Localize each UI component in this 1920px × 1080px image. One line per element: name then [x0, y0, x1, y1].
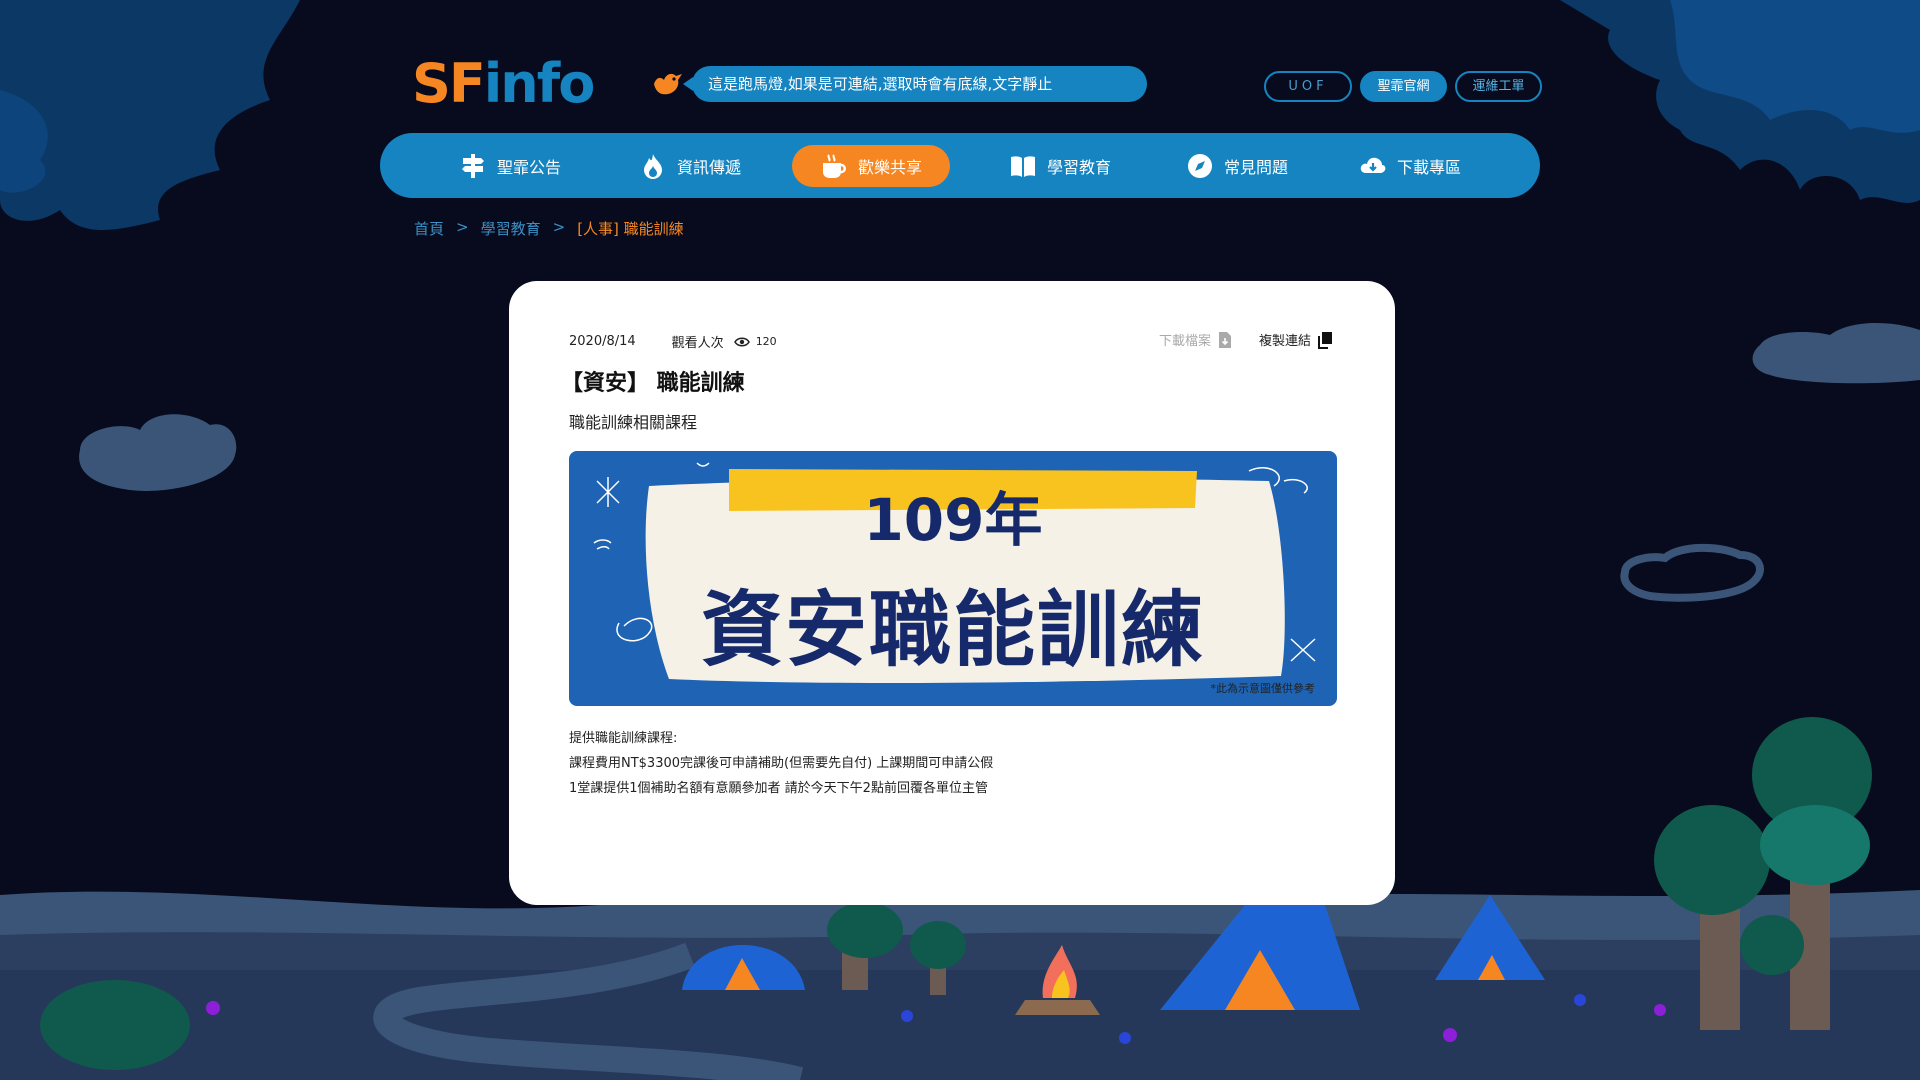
body-line: 1堂課提供1個補助名額有意願參加者 請於今天下午2點前回覆各單位主管 — [569, 781, 988, 796]
nav-label: 聖霏公告 — [496, 158, 561, 177]
sfinfo-logo[interactable]: SFinfo — [412, 50, 602, 112]
book-icon — [1010, 156, 1035, 177]
breadcrumb-learning[interactable]: 學習教育 — [481, 218, 541, 239]
ops-ticket-button[interactable]: 運維工單 — [1455, 71, 1542, 102]
nav-item-learning[interactable]: 學習教育 — [995, 145, 1125, 187]
nav-item-downloads[interactable]: 下載專區 — [1345, 145, 1475, 187]
uof-link-button[interactable]: UOF — [1264, 71, 1352, 102]
main-nav: 聖霏公告 資訊傳遞 歡樂共享 學習教育 常見問題 下載專區 — [380, 133, 1540, 198]
copy-label: 複製連結 — [1258, 334, 1311, 349]
cloud-download-icon — [1360, 157, 1386, 173]
breadcrumb: 首頁 > 學習教育 > [人事] 職能訓練 — [414, 218, 684, 239]
nav-label: 資訊傳遞 — [676, 158, 741, 177]
nav-label: 歡樂共享 — [857, 158, 922, 177]
article-meta: 2020/8/14 觀看人次 120 — [569, 332, 777, 351]
svg-text:SFinfo: SFinfo — [412, 52, 593, 112]
eye-icon — [733, 337, 750, 346]
breadcrumb-home[interactable]: 首頁 — [414, 218, 444, 239]
body-line: 課程費用NT$3300完課後可申請補助(但需要先自付) 上課期間可申請公假 — [569, 756, 994, 771]
copy-icon — [1318, 331, 1332, 349]
top-links: UOF 聖霏官網 運維工單 — [1264, 71, 1542, 102]
download-label: 下載檔案 — [1158, 334, 1211, 349]
breadcrumb-separator: > — [456, 218, 469, 236]
marquee-text[interactable]: 這是跑馬燈,如果是可連結,選取時會有底線,文字靜止 — [683, 66, 1147, 102]
nav-label: 常見問題 — [1223, 158, 1288, 177]
article-banner-image: 109年 資安職能訓練 *此為示意圖僅供參考 — [569, 451, 1337, 706]
nav-label: 下載專區 — [1396, 158, 1461, 177]
coffee-icon — [822, 154, 846, 178]
banner-main-text: 資安職能訓練 — [700, 583, 1205, 678]
signpost-icon — [461, 154, 484, 178]
article-title: 【資安】 職能訓練 — [561, 371, 745, 396]
banner-year-text: 109年 — [863, 486, 1043, 554]
banner-note: *此為示意圖僅供參考 — [1210, 682, 1316, 695]
download-file-button[interactable]: 下載檔案 — [1159, 330, 1233, 349]
breadcrumb-separator: > — [552, 218, 566, 236]
views-count: 120 — [755, 335, 777, 348]
copy-link-button[interactable]: 複製連結 — [1259, 330, 1333, 349]
nav-item-info[interactable]: 資訊傳遞 — [625, 145, 755, 187]
marquee-banner: 這是跑馬燈,如果是可連結,選取時會有底線,文字靜止 — [650, 66, 1147, 102]
nav-item-sharing[interactable]: 歡樂共享 — [792, 145, 950, 187]
article-subtitle: 職能訓練相關課程 — [569, 413, 698, 432]
nav-item-faq[interactable]: 常見問題 — [1172, 145, 1302, 187]
article-actions: 下載檔案 複製連結 — [1159, 330, 1333, 349]
views-label: 觀看人次 — [671, 336, 724, 351]
official-site-button[interactable]: 聖霏官網 — [1360, 71, 1447, 102]
nav-item-announcements[interactable]: 聖霏公告 — [450, 145, 570, 187]
bird-icon — [654, 73, 682, 95]
compass-icon — [1187, 154, 1212, 178]
article-card: 2020/8/14 觀看人次 120 下載檔案 複製連結 【資安】 職能訓練 職… — [509, 281, 1395, 905]
article-date: 2020/8/14 — [569, 334, 636, 349]
article-body: 提供職能訓練課程: 課程費用NT$3300完課後可申請補助(但需要先自付) 上課… — [569, 726, 993, 801]
nav-label: 學習教育 — [1046, 158, 1111, 177]
body-line: 提供職能訓練課程: — [569, 731, 678, 746]
file-download-icon — [1218, 331, 1231, 348]
breadcrumb-current: [人事] 職能訓練 — [577, 220, 684, 238]
flame-icon — [643, 154, 662, 179]
